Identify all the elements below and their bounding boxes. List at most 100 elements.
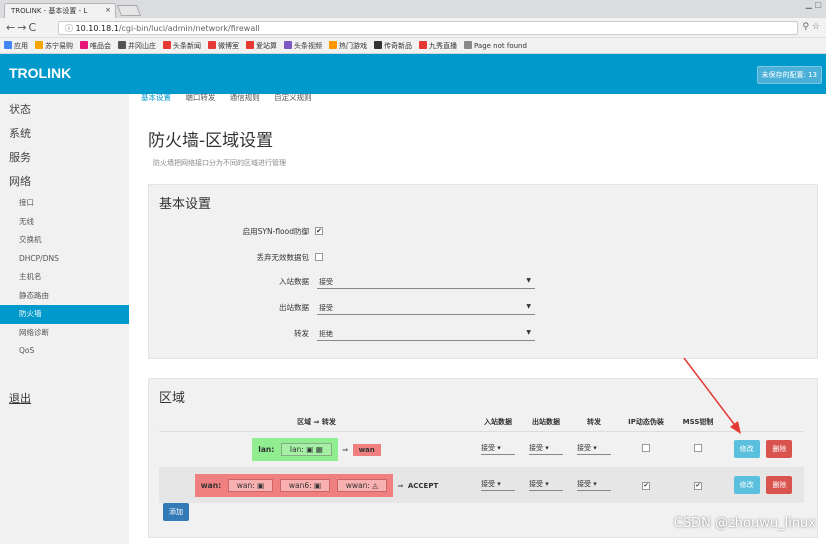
sidebar-item-qos[interactable]: QoS [0,342,129,361]
forward-icon[interactable]: → [17,21,28,34]
zone-wan6-network: wan6: ▣ [279,478,331,492]
sidebar-item-hostnames[interactable]: 主机名 [0,268,129,287]
url-field[interactable]: ⓘ 10.10.18.1/cgi-bin/luci/admin/network/… [58,21,798,35]
wan-forward-cell: 接受 ▾ [570,467,618,503]
bookmark-item[interactable]: Page not found [464,41,527,50]
zones-table: 区域 ⇒ 转发 入站数据 出站数据 转发 IP动态伪装 MSS钳制 lan: l… [159,413,804,503]
bookmark-label: 唯品会 [90,42,111,50]
bookmark-item[interactable]: 爱站算 [246,41,277,50]
lan-masquerade-checkbox[interactable] [642,444,650,453]
tab-traffic-rules[interactable]: 通信规则 [230,93,260,102]
lan-input-select[interactable]: 接受 ▾ [481,443,515,456]
zone-wan-box[interactable]: wan: wan: ▣ wan6: ▣ wwan: ◬ [194,473,394,497]
sidebar-item-static-routes[interactable]: 静态路由 [0,287,129,306]
col-forward: 转发 [570,413,618,432]
sidebar-item-system[interactable]: 系统 [0,122,129,146]
bookmark-item[interactable]: 井冈山庄 [118,41,156,50]
sidebar-item-dhcp-dns[interactable]: DHCP/DNS [0,250,129,269]
sidebar-item-status[interactable]: 状态 [0,98,129,122]
browser-tab[interactable]: TROLINK - 基本设置 - L × [4,3,116,18]
tab-custom-rules[interactable]: 自定义规则 [274,93,312,102]
reload-icon[interactable]: C [28,21,38,34]
input-policy-select[interactable]: 接受 ▼ [317,275,535,289]
star-icon[interactable]: ⚲ ☆ [802,22,820,32]
wan-masquerade-checkbox[interactable]: ✔ [642,481,650,490]
wan-mss-checkbox[interactable]: ✔ [694,481,702,490]
address-bar-row: ←→C ⓘ 10.10.18.1/cgi-bin/luci/admin/netw… [0,18,826,38]
col-mss-clamping: MSS钳制 [674,413,722,432]
forward-policy-label: 转发 [294,329,309,338]
sidebar-item-switch[interactable]: 交换机 [0,231,129,250]
sidebar: 状态 系统 服务 网络 接口 无线 交换机 DHCP/DNS 主机名 静态路由 … [0,94,129,544]
delete-wan-button[interactable]: 删除 [766,476,793,494]
bookmark-item[interactable]: 头条新闻 [163,41,201,50]
bookmark-item[interactable]: 九秀直播 [419,41,457,50]
sidebar-item-network[interactable]: 网络 [0,170,129,194]
sidebar-item-services[interactable]: 服务 [0,146,129,170]
zone-wan-name: wan: [200,480,222,490]
logout-link[interactable]: 退出 [9,390,31,406]
drop-invalid-checkbox[interactable] [315,253,323,261]
forward-policy-select[interactable]: 拒绝 ▼ [317,327,535,341]
bookmark-item[interactable]: 头条视频 [284,41,322,50]
bookmark-item[interactable]: 苏宁易购 [35,41,73,50]
sidebar-item-wireless[interactable]: 无线 [0,213,129,232]
forward-arrow: ⇒ [342,445,349,454]
edit-lan-button[interactable]: 修改 [733,440,760,459]
delete-lan-button[interactable]: 删除 [766,440,793,459]
wifi-icon: ◬ [372,480,379,490]
output-policy-select[interactable]: 接受 ▼ [317,301,535,315]
zone-wan-cell: wan: wan: ▣ wan6: ▣ wwan: ◬ ⇒ ACCEPT [159,467,474,503]
zone-wan-network: wan: ▣ [227,478,274,492]
bookmark-icon [163,41,171,49]
edit-wan-button[interactable]: 修改 [733,476,760,494]
bookmark-item[interactable]: 传奇新品 [374,41,412,50]
back-icon[interactable]: ← [6,21,17,34]
lan-output-cell: 接受 ▾ [522,431,570,467]
page-title: 防火墙-区域设置 [148,131,274,151]
wan-actions-cell: 修改 删除 [722,467,804,503]
bookmark-item[interactable]: 热门游戏 [329,41,367,50]
syn-flood-checkbox[interactable]: ✔ [315,227,323,235]
window-controls[interactable]: ▁ ▢ [806,0,822,9]
sidebar-item-firewall[interactable]: 防火墙 [0,305,129,324]
wan-input-select[interactable]: 接受 ▾ [481,479,515,491]
chevron-down-icon: ▼ [526,329,531,336]
bookmark-icon [118,41,126,49]
bookmark-label: 头条视频 [294,42,322,50]
tab-general[interactable]: 基本设置 [141,93,171,102]
drop-invalid-label: 丢弃无效数据包 [256,253,310,262]
bookmark-item[interactable]: 微博室 [208,41,239,50]
tab-close-icon[interactable]: × [105,6,111,14]
tab-port-forwards[interactable]: 端口转发 [185,93,215,102]
lan-masq-cell [618,431,674,467]
output-policy-label: 出站数据 [279,303,309,312]
wan-output-select[interactable]: 接受 ▾ [529,479,563,491]
chevron-down-icon: ▼ [526,303,531,310]
lan-mss-checkbox[interactable] [694,444,702,453]
lan-output-select[interactable]: 接受 ▾ [529,443,563,456]
bookmark-item[interactable]: 应用 [4,41,28,50]
bookmark-label: 井冈山庄 [128,42,156,50]
new-tab-button[interactable] [116,5,142,16]
unsaved-changes-badge[interactable]: 未保存的配置: 13 [756,66,822,84]
zone-lan-network: lan: ▣ ▦ [280,442,332,456]
forward-policy-value: 拒绝 [319,330,333,338]
sidebar-item-diagnostics[interactable]: 网络诊断 [0,324,129,343]
wan-input-value: 接受 [481,480,495,488]
lan-forward-select[interactable]: 接受 ▾ [577,443,611,456]
add-zone-button[interactable]: 添加 [163,503,189,521]
wan-masq-cell: ✔ [618,467,674,503]
zone-lan-box[interactable]: lan: lan: ▣ ▦ [252,437,338,461]
bookmark-item[interactable]: 唯品会 [80,41,111,50]
bookmark-icon [329,41,337,49]
syn-flood-label: 启用SYN-flood防御 [242,227,309,236]
brand-logo[interactable]: TROLINK [9,65,71,81]
bookmark-label: 传奇新品 [384,42,412,50]
zone-row-wan: wan: wan: ▣ wan6: ▣ wwan: ◬ ⇒ ACCEPT 接受 … [159,467,804,503]
nav-buttons[interactable]: ←→C [6,21,38,34]
wan-forward-select[interactable]: 接受 ▾ [577,479,611,491]
sidebar-item-interfaces[interactable]: 接口 [0,194,129,213]
col-output: 出站数据 [522,413,570,432]
forward-target-wan: wan [352,443,381,456]
